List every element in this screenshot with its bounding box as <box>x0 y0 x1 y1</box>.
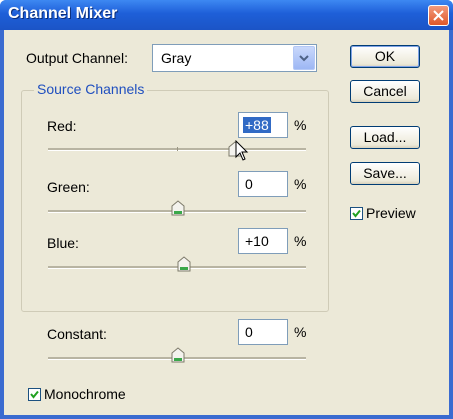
red-unit: % <box>294 117 307 133</box>
red-slider-center-tick <box>177 147 178 151</box>
chevron-down-icon <box>299 55 309 62</box>
preview-label[interactable]: Preview <box>366 205 416 221</box>
source-channels-title: Source Channels <box>34 81 148 97</box>
constant-slider-thumb[interactable] <box>171 347 185 363</box>
green-label: Green: <box>47 179 90 195</box>
checkmark-icon <box>352 209 361 218</box>
dialog-title: Channel Mixer <box>8 5 118 22</box>
green-unit: % <box>294 176 307 192</box>
dialog-body: Output Channel: Gray Source Channels Red… <box>4 30 449 415</box>
title-bar[interactable]: Channel Mixer <box>0 0 453 30</box>
close-icon <box>433 10 444 21</box>
monochrome-label[interactable]: Monochrome <box>44 386 126 402</box>
green-value: 0 <box>245 176 253 192</box>
blue-unit: % <box>294 233 307 249</box>
checkmark-icon <box>30 390 39 399</box>
constant-label: Constant: <box>47 326 107 342</box>
blue-value-input[interactable]: +10 <box>238 228 288 254</box>
red-value-input[interactable]: +88 <box>238 112 288 138</box>
output-channel-dropdown[interactable]: Gray <box>152 44 317 72</box>
constant-unit: % <box>294 324 307 340</box>
preview-checkbox[interactable] <box>350 207 363 220</box>
output-channel-label: Output Channel: <box>26 50 128 66</box>
mouse-cursor-icon <box>235 140 249 161</box>
blue-slider-thumb[interactable] <box>177 256 191 272</box>
green-slider-thumb[interactable] <box>171 200 185 216</box>
red-value: +88 <box>243 117 271 133</box>
save-button[interactable]: Save... <box>350 162 420 185</box>
red-label: Red: <box>47 118 77 134</box>
output-channel-value: Gray <box>161 50 192 66</box>
green-value-input[interactable]: 0 <box>238 171 288 197</box>
channel-mixer-dialog: Channel Mixer Output Channel: Gray Sourc… <box>0 0 453 419</box>
monochrome-checkbox[interactable] <box>28 388 41 401</box>
ok-button[interactable]: OK <box>350 45 420 68</box>
cancel-button[interactable]: Cancel <box>350 80 420 103</box>
close-button[interactable] <box>428 5 449 26</box>
blue-value: +10 <box>245 233 269 249</box>
dropdown-button[interactable] <box>293 46 315 70</box>
constant-value: 0 <box>245 324 253 340</box>
load-button[interactable]: Load... <box>350 126 420 149</box>
blue-label: Blue: <box>47 235 79 251</box>
constant-value-input[interactable]: 0 <box>238 319 288 345</box>
